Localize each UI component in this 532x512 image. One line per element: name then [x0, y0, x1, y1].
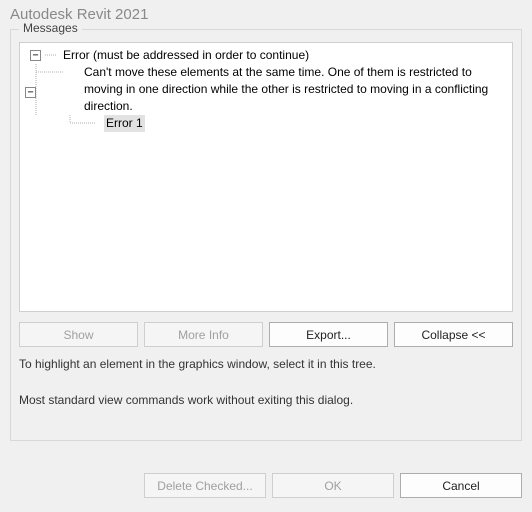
tree-node-label: Error (must be addressed in order to con… — [61, 47, 508, 64]
tree-connector — [24, 115, 102, 132]
delete-checked-button: Delete Checked... — [144, 473, 266, 498]
tree-node-message[interactable]: − Can't move these elements at the same … — [24, 64, 508, 115]
tree-node-root[interactable]: − Error (must be addressed in order to c… — [24, 47, 508, 64]
cancel-button[interactable]: Cancel — [400, 473, 522, 498]
messages-button-row: Show More Info Export... Collapse << — [19, 322, 513, 347]
collapse-icon[interactable]: − — [25, 87, 36, 98]
hint-viewcmds: Most standard view commands work without… — [19, 393, 513, 407]
dialog-content: Messages − Error (must be addressed in o… — [0, 29, 532, 459]
hint-highlight: To highlight an element in the graphics … — [19, 357, 513, 371]
messages-group: Messages − Error (must be addressed in o… — [10, 29, 522, 441]
messages-group-label: Messages — [19, 21, 82, 35]
tree-node-text: Can't move these elements at the same ti… — [84, 65, 488, 113]
show-button: Show — [19, 322, 138, 347]
tree-node-label: Error 1 — [102, 115, 508, 132]
dialog-window: Autodesk Revit 2021 Messages − Error (mu — [0, 0, 532, 512]
tree-node-selected[interactable]: Error 1 — [104, 115, 145, 132]
tree-connector — [45, 47, 61, 64]
tree-connector — [24, 47, 30, 64]
dialog-bottom-bar: Delete Checked... OK Cancel — [0, 459, 532, 512]
collapse-button[interactable]: Collapse << — [394, 322, 513, 347]
tree-connector — [24, 64, 82, 81]
export-button[interactable]: Export... — [269, 322, 388, 347]
messages-tree[interactable]: − Error (must be addressed in order to c… — [19, 42, 513, 312]
tree-node-error1[interactable]: Error 1 — [24, 115, 508, 132]
ok-button: OK — [272, 473, 394, 498]
collapse-icon[interactable]: − — [30, 50, 41, 61]
more-info-button: More Info — [144, 322, 263, 347]
